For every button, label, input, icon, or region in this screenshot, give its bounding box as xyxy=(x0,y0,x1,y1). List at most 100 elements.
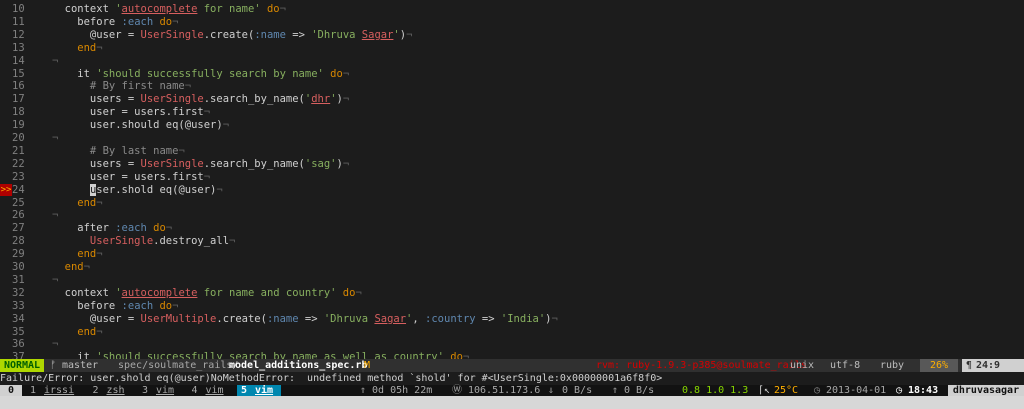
tmux-window-3[interactable]: 3 vim xyxy=(138,385,182,396)
code-line[interactable]: 11 before :each do¬ xyxy=(0,16,1024,28)
code-line[interactable]: 18 user = users.first¬ xyxy=(0,106,1024,118)
code-line[interactable]: 31 ¬ xyxy=(0,274,1024,286)
line-number: 31 xyxy=(12,273,25,286)
code-token: users = xyxy=(52,93,141,106)
code-line[interactable]: 12 @user = UserSingle.create(:name => 'D… xyxy=(0,29,1024,41)
code-line[interactable]: 32 context 'autocomplete for name and co… xyxy=(0,287,1024,299)
tmux-window-4[interactable]: 4 vim xyxy=(188,385,232,396)
code-line[interactable]: 13 end¬ xyxy=(0,42,1024,54)
network-icon: Ⓦ xyxy=(452,385,462,396)
code-line[interactable]: 16 # By first name¬ xyxy=(0,80,1024,92)
code-line[interactable]: 23 user = users.first¬ xyxy=(0,171,1024,183)
code-line[interactable]: 22 users = UserSingle.search_by_name('sa… xyxy=(0,158,1024,170)
code-token: => xyxy=(475,312,501,325)
line-number: 18 xyxy=(12,106,25,119)
code-token: it xyxy=(52,351,97,359)
code-token: end xyxy=(52,248,97,261)
line-number: 14 xyxy=(12,54,25,67)
code-token: :name xyxy=(254,28,286,41)
code-text: context 'autocomplete for name' do¬ xyxy=(52,3,286,15)
code-token: ¬ xyxy=(279,3,286,15)
tmux-window-2[interactable]: 2 zsh xyxy=(89,385,133,396)
code-token: 'sag' xyxy=(304,157,337,170)
code-token: UserSingle xyxy=(52,235,154,248)
tmux-window-name: vim xyxy=(205,385,224,396)
code-text: # By first name¬ xyxy=(52,80,191,92)
code-line[interactable]: 36 ¬ xyxy=(0,338,1024,350)
code-text: @user = UserMultiple.create(:name => 'Dh… xyxy=(52,313,558,325)
code-text: context 'autocomplete for name and count… xyxy=(52,287,362,299)
line-number: 19 xyxy=(12,119,25,132)
code-token: ¬ xyxy=(342,157,350,170)
code-text: ¬ xyxy=(52,55,58,67)
line-number: 16 xyxy=(12,80,25,93)
tmux-session[interactable]: 0 xyxy=(0,385,22,396)
code-line[interactable]: 34 @user = UserMultiple.create(:name => … xyxy=(0,313,1024,325)
code-line[interactable]: 26 ¬ xyxy=(0,209,1024,221)
code-text: user = users.first¬ xyxy=(52,106,210,118)
code-line[interactable]: 15 it 'should successfully search by nam… xyxy=(0,68,1024,80)
code-line[interactable]: 28 UserSingle.destroy_all¬ xyxy=(0,235,1024,247)
line-number: 23 xyxy=(12,170,25,183)
tmux-window-index: 1 xyxy=(30,385,37,396)
code-line[interactable]: 10 context 'autocomplete for name' do¬ xyxy=(0,3,1024,15)
code-token: ¬ xyxy=(165,222,173,235)
code-token: => xyxy=(298,312,324,325)
line-number: 27 xyxy=(12,222,25,235)
code-token: ¬ xyxy=(172,15,179,28)
vim-editor[interactable]: 10 context 'autocomplete for name' do¬ 11… xyxy=(0,0,1024,359)
code-token: # By first name xyxy=(52,80,185,93)
upload-rate: 0 B/s xyxy=(624,385,655,396)
line-number: 33 xyxy=(12,299,25,312)
code-token: ¬ xyxy=(83,261,90,273)
code-token: 'Dhruva xyxy=(311,28,362,41)
username: dhruvasagar xyxy=(948,385,1024,396)
code-line[interactable]: 21 # By last name¬ xyxy=(0,145,1024,157)
code-text: after :each do¬ xyxy=(52,222,172,234)
code-line[interactable]: 24 >> user.shold eq(@user)¬ xyxy=(0,183,1024,196)
line-number: 32 xyxy=(12,286,25,299)
code-token: Sagar xyxy=(374,312,407,325)
code-token: ¬ xyxy=(52,273,59,286)
code-token: ¬ xyxy=(342,93,350,106)
code-token: 'should successfully search by name' xyxy=(96,67,324,80)
code-text: end¬ xyxy=(52,261,90,273)
code-token: @user = xyxy=(52,28,141,41)
temperature-icon: ⌈↖ xyxy=(758,385,771,396)
code-text: ¬ xyxy=(52,132,58,144)
code-line[interactable]: 33 before :each do¬ xyxy=(0,300,1024,312)
code-token: it xyxy=(52,67,97,80)
code-token: ¬ xyxy=(96,325,103,338)
code-line[interactable]: 17 users = UserSingle.search_by_name('dh… xyxy=(0,93,1024,105)
code-line[interactable]: 37 it 'should successfully search by nam… xyxy=(0,351,1024,359)
ip-address: 106.51.173.6 xyxy=(468,385,541,396)
code-token: :country xyxy=(425,312,476,325)
code-line[interactable]: 30 end¬ xyxy=(0,261,1024,273)
line-number: 36 xyxy=(12,338,25,351)
code-token: do xyxy=(153,299,173,312)
code-token: ¬ xyxy=(52,209,59,222)
code-token: .search_by_name( xyxy=(203,157,305,170)
tmux-window-list: 1 irssi 2 zsh 3 vim 4 vim 5 vim xyxy=(26,385,346,396)
code-token: do xyxy=(260,3,280,15)
code-line[interactable]: 19 user.should eq(@user)¬ xyxy=(0,119,1024,131)
code-token: .destroy_all xyxy=(153,235,230,248)
code-line[interactable]: 25 end¬ xyxy=(0,197,1024,209)
code-token: for name and country' xyxy=(197,286,337,299)
code-token: :name xyxy=(266,312,299,325)
code-line[interactable]: 35 end¬ xyxy=(0,326,1024,338)
code-line[interactable]: 27 after :each do¬ xyxy=(0,222,1024,234)
code-line[interactable]: 20 ¬ xyxy=(0,132,1024,144)
code-token: ¬ xyxy=(96,248,103,261)
code-token: # By last name xyxy=(52,144,179,157)
code-token: before xyxy=(52,299,122,312)
fileformat: unix xyxy=(790,360,815,371)
code-text: ¬ xyxy=(52,338,58,350)
tmux-window-1[interactable]: 1 irssi xyxy=(26,385,83,396)
code-line[interactable]: 14 ¬ xyxy=(0,55,1024,67)
code-token: ¬ xyxy=(96,41,103,54)
code-text: @user = UserSingle.create(:name => 'Dhru… xyxy=(52,29,412,41)
code-line[interactable]: 29 end¬ xyxy=(0,248,1024,260)
tmux-window-5[interactable]: 5 vim xyxy=(237,385,281,396)
code-token: after xyxy=(52,222,116,235)
